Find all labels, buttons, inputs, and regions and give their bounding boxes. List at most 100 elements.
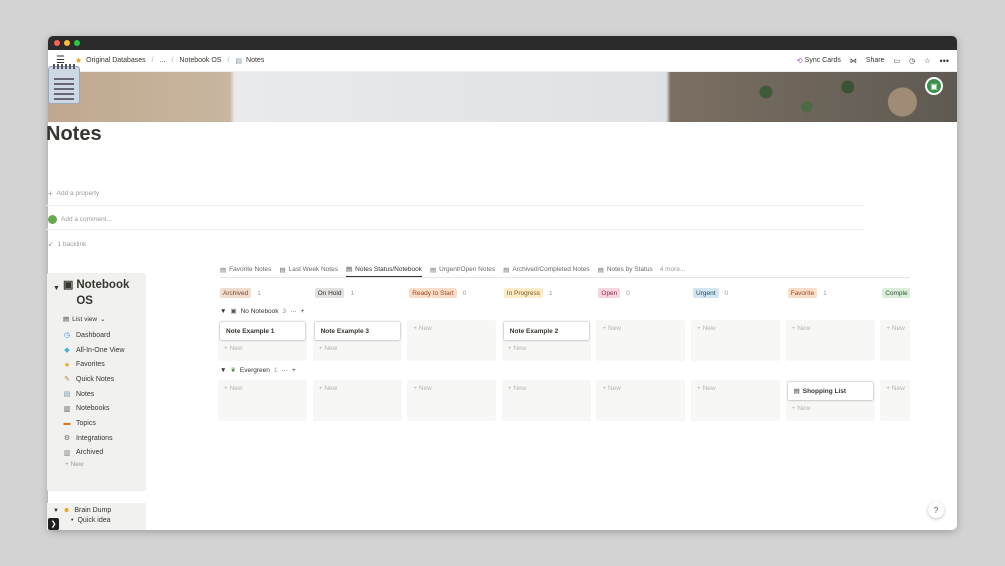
help-button[interactable]: ? — [928, 502, 944, 518]
board-card[interactable]: ▤ Shopping List — [787, 382, 873, 400]
add-property-button[interactable]: + Add a property — [48, 189, 99, 198]
breadcrumb-item-2[interactable]: Notebook OS — [179, 57, 221, 64]
list-item[interactable]: • Quick idea — [53, 517, 140, 524]
collapse-triangle-icon[interactable]: ▼ — [53, 508, 59, 514]
new-card-button[interactable]: + New — [792, 325, 811, 332]
minimize-window-button[interactable] — [64, 40, 70, 46]
board-card[interactable]: Note Example 2 — [503, 322, 589, 340]
sidebar-item-notes[interactable]: ▤ Notes — [53, 387, 140, 402]
new-card-button[interactable]: + New — [886, 325, 905, 332]
new-card-button[interactable]: + New — [224, 385, 243, 392]
page-cover[interactable]: ▣ — [48, 72, 957, 122]
new-label: New — [229, 345, 243, 352]
new-card-button[interactable]: + New — [508, 345, 527, 352]
collapse-triangle-icon[interactable]: ▼ — [220, 308, 226, 315]
share-button[interactable]: Share — [866, 57, 885, 64]
column-header[interactable]: Favorite 1 — [787, 287, 827, 299]
page-notes-icon[interactable] — [48, 64, 80, 104]
sidebar-item-notebooks[interactable]: ▥ Notebooks — [53, 401, 140, 416]
add-comment-row[interactable]: Add a comment... — [48, 215, 112, 224]
plus-icon[interactable]: + — [301, 308, 305, 315]
add-comment-input[interactable]: Add a comment... — [61, 216, 112, 223]
new-card-button[interactable]: + New — [886, 385, 905, 392]
new-card-button[interactable]: + New — [224, 345, 243, 352]
brain-dump-header[interactable]: ▼ ☻ Brain Dump — [53, 507, 140, 514]
sidebar-new-button[interactable]: + New — [53, 461, 140, 468]
new-card-button[interactable]: + New — [602, 385, 621, 392]
zoom-window-button[interactable] — [74, 40, 80, 46]
collapse-triangle-icon[interactable]: ▼ — [220, 367, 226, 374]
new-card-button[interactable]: + New — [508, 385, 527, 392]
column-header[interactable]: On Hold 1 — [314, 287, 354, 299]
kanban-board: Archived 1 On Hold 1 Ready to Start 0 In Progr… — [216, 287, 910, 427]
tab-notes-status-notebook[interactable]: ▤ Notes Status/Notebook — [345, 262, 422, 277]
list-view-selector[interactable]: ▤ List view ⌄ — [63, 315, 140, 324]
group-name: No Notebook — [240, 307, 279, 315]
new-card-button[interactable]: + New — [319, 345, 338, 352]
new-card-button[interactable]: + New — [413, 385, 432, 392]
add-property-label: Add a property — [56, 190, 100, 197]
column-header[interactable]: Comple — [882, 287, 910, 299]
new-card-button[interactable]: + New — [413, 325, 432, 332]
tab-notes-by-status[interactable]: ▤ Notes by Status — [598, 262, 653, 277]
sync-cards-button[interactable]: ⟲ Sync Cards — [797, 57, 841, 65]
board-cell: Note Example 2 + New — [501, 320, 591, 361]
sidebar-item-integrations[interactable]: ⚙ Integrations — [53, 431, 140, 446]
sync-icon: ⟲ — [796, 57, 803, 65]
page-title[interactable]: Notes — [46, 123, 102, 146]
plus-icon[interactable]: + — [292, 367, 296, 374]
tab-urgent-open-notes[interactable]: ▤ Urgent/Open Notes — [430, 262, 495, 277]
board-view-icon: ▤ — [503, 266, 510, 274]
sidebar-item-all-in-one-view[interactable]: ◆ All-In-One View — [53, 343, 140, 358]
collapse-triangle-icon[interactable]: ▼ — [53, 281, 60, 297]
sidebar-title[interactable]: ▼ ▣ Notebook OS — [53, 277, 140, 309]
breadcrumb-item-1[interactable]: ... — [160, 57, 166, 64]
tab-archived-completed-notes[interactable]: ▤ Archived/Completed Notes — [503, 262, 589, 277]
more-options-icon[interactable]: ··· — [290, 308, 297, 315]
tab-last-week-notes[interactable]: ▤ Last Week Notes — [279, 262, 338, 277]
sidebar-item-favorites[interactable]: ★ Favorites — [53, 357, 140, 372]
column-header[interactable]: In Progress 1 — [503, 287, 553, 299]
new-card-button[interactable]: + New — [602, 325, 621, 332]
more-options-icon[interactable]: ••• — [940, 56, 949, 66]
group-header[interactable]: ▼ ▣ No Notebook 3 ··· + — [220, 307, 305, 316]
more-views-button[interactable]: 4 more... — [660, 266, 686, 273]
breadcrumb-item-3[interactable]: Notes — [246, 57, 264, 64]
new-label: New — [797, 325, 811, 332]
close-window-button[interactable] — [54, 40, 60, 46]
sidebar-item-archived[interactable]: ▥ Archived — [53, 446, 140, 461]
breadcrumb-item-0[interactable]: Original Databases — [86, 57, 146, 64]
new-card-button[interactable]: + New — [319, 385, 338, 392]
board-card[interactable]: Note Example 3 — [314, 322, 400, 340]
favorite-star-icon[interactable]: ☆ — [924, 57, 930, 65]
sidebar-item-quick-notes[interactable]: ✎ Quick Notes — [53, 372, 140, 387]
board-cell: + New — [407, 380, 497, 421]
more-options-icon[interactable]: ··· — [282, 367, 289, 374]
notebook-icon: ▣ — [230, 308, 237, 315]
comment-icon[interactable]: ▭ — [894, 57, 901, 65]
sidebar-item-dashboard[interactable]: ◷ Dashboard — [53, 328, 140, 343]
sidebar-item-topics[interactable]: ▬ Topics — [53, 416, 140, 431]
history-icon[interactable]: ◷ — [909, 57, 915, 65]
board-card[interactable]: Note Example 1 — [220, 322, 305, 340]
share-link-icon[interactable]: ⋈ — [850, 57, 857, 65]
tab-favorite-notes[interactable]: ▤ Favorite Notes — [220, 262, 271, 277]
status-badge: Favorite — [787, 288, 818, 298]
new-card-button[interactable]: + New — [697, 385, 716, 392]
star-icon: ★ — [63, 361, 71, 369]
tab-label: Last Week Notes — [288, 266, 338, 273]
sidebar-toggle-icon[interactable]: ❯ — [48, 518, 59, 530]
column-header[interactable]: Ready to Start 0 — [409, 287, 466, 299]
brain-icon: ☻ — [62, 507, 71, 514]
grammar-badge-icon[interactable]: ▣ — [925, 77, 943, 95]
backlinks-button[interactable]: ↙ 1 backlink — [48, 240, 86, 249]
tab-label: Notes Status/Notebook — [355, 265, 422, 273]
group-name: Evergreen — [239, 366, 270, 374]
new-card-button[interactable]: + New — [697, 325, 716, 332]
board-cell: + New — [691, 320, 780, 361]
column-header[interactable]: Open 0 — [598, 287, 630, 299]
column-header[interactable]: Urgent 0 — [693, 287, 728, 299]
column-header[interactable]: Archived 1 — [220, 287, 261, 299]
group-header[interactable]: ▼ ❦ Evergreen 1 ··· + — [220, 366, 296, 375]
new-card-button[interactable]: + New — [792, 405, 811, 412]
